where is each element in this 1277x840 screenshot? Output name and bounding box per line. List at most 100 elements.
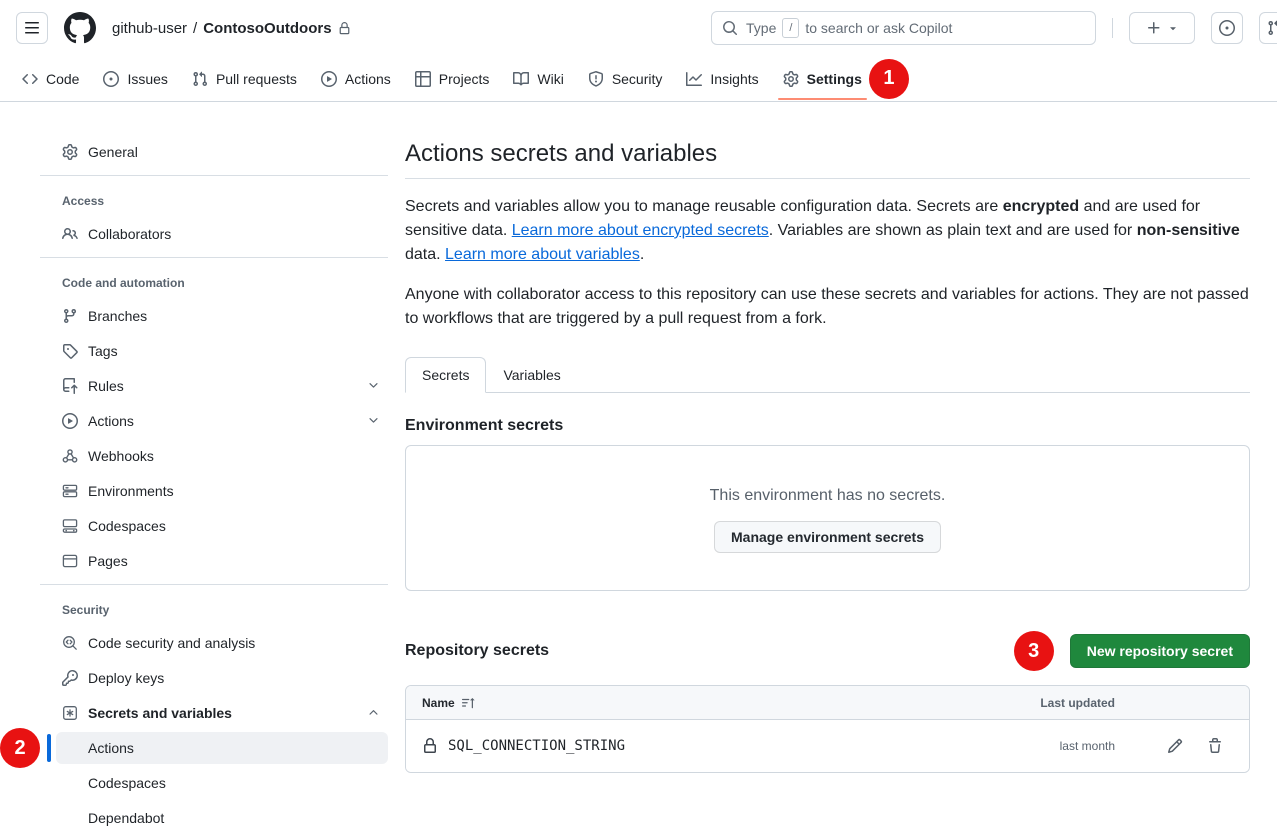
repository-secrets-header-row: Repository secrets 3 New repository secr… (405, 631, 1250, 671)
tab-code[interactable]: Code (13, 64, 88, 94)
tab-insights[interactable]: Insights (677, 64, 767, 94)
book-icon (513, 71, 529, 87)
tab-actions[interactable]: Actions (312, 64, 400, 94)
tab-issues[interactable]: Issues (94, 64, 176, 94)
pull-requests-dashboard-button[interactable] (1259, 12, 1277, 44)
issue-opened-icon (103, 71, 119, 87)
people-icon (62, 226, 78, 242)
header-divider (1112, 18, 1113, 38)
link-encrypted-secrets[interactable]: Learn more about encrypted secrets (512, 222, 769, 239)
repo-tab-nav: Code Issues Pull requests Actions Projec… (0, 56, 1277, 102)
collaborator-paragraph: Anyone with collaborator access to this … (405, 283, 1250, 331)
page-title: Actions secrets and variables (405, 140, 1250, 179)
search-placeholder: Type / to search or ask Copilot (746, 18, 952, 38)
search-input[interactable]: Type / to search or ask Copilot (711, 11, 1096, 45)
hamburger-icon (24, 20, 40, 36)
settings-main: Actions secrets and variables Secrets an… (405, 140, 1250, 773)
repository-secrets-heading: Repository secrets (405, 642, 549, 660)
chevron-up-icon (367, 706, 380, 719)
codescan-icon (62, 635, 78, 651)
slash-keycap: / (782, 18, 799, 38)
sidebar-item-webhooks[interactable]: Webhooks (40, 440, 388, 471)
annotation-step-2: 2 (0, 728, 40, 768)
sidebar-item-branches[interactable]: Branches (40, 300, 388, 331)
private-repo-lock-icon (338, 22, 351, 35)
sidebar-item-actions[interactable]: Actions (40, 405, 388, 436)
tab-security[interactable]: Security (579, 64, 672, 94)
edit-secret-button[interactable] (1167, 738, 1183, 754)
tab-projects[interactable]: Projects (406, 64, 499, 94)
sidebar-item-pages[interactable]: Pages (40, 545, 388, 576)
repo-owner-link[interactable]: github-user (112, 20, 187, 37)
gear-icon (783, 71, 799, 87)
environment-secrets-empty-box: This environment has no secrets. Manage … (405, 445, 1250, 591)
breadcrumb-separator: / (193, 20, 197, 37)
repository-secrets-table: Name Last updated SQL_CONNECTION_STRING … (405, 685, 1250, 773)
sidebar-item-general[interactable]: General (40, 136, 388, 167)
sidebar-subitem-codespaces[interactable]: Codespaces (56, 767, 388, 799)
intro-paragraph: Secrets and variables allow you to manag… (405, 195, 1250, 267)
secret-name: SQL_CONNECTION_STRING (448, 738, 625, 754)
chevron-down-icon (367, 379, 380, 392)
delete-secret-button[interactable] (1207, 738, 1223, 754)
sidebar-item-tags[interactable]: Tags (40, 335, 388, 366)
table-row: SQL_CONNECTION_STRING last month (406, 720, 1249, 772)
gear-icon (62, 144, 78, 160)
rules-icon (62, 378, 78, 394)
table-icon (415, 71, 431, 87)
column-name-header[interactable]: Name (422, 696, 455, 710)
sidebar-item-codespaces[interactable]: Codespaces (40, 510, 388, 541)
new-repository-secret-button[interactable]: New repository secret (1070, 634, 1250, 668)
link-variables[interactable]: Learn more about variables (445, 246, 640, 263)
tab-secrets[interactable]: Secrets (405, 357, 486, 393)
global-menu-button[interactable] (16, 12, 48, 44)
issue-opened-icon (1219, 20, 1235, 36)
tab-wiki[interactable]: Wiki (504, 64, 572, 94)
breadcrumb: github-user / ContosoOutdoors (112, 20, 351, 37)
empty-state-message: This environment has no secrets. (406, 487, 1249, 505)
server-icon (62, 483, 78, 499)
browser-icon (62, 553, 78, 569)
search-icon (722, 20, 738, 36)
non-sensitive-emphasis: non-sensitive (1137, 222, 1240, 239)
sidebar-item-code-security[interactable]: Code security and analysis (40, 627, 388, 658)
sidebar-divider (40, 584, 388, 585)
settings-layout: General Access Collaborators Code and au… (0, 102, 1277, 837)
sidebar-section-code-and-automation: Code and automation (40, 266, 388, 298)
manage-environment-secrets-button[interactable]: Manage environment secrets (714, 521, 941, 553)
key-icon (62, 670, 78, 686)
sidebar-section-security: Security (40, 593, 388, 625)
tab-pull-requests[interactable]: Pull requests (183, 64, 306, 94)
settings-sidebar: General Access Collaborators Code and au… (40, 136, 388, 837)
sidebar-item-rules[interactable]: Rules (40, 370, 388, 401)
asterisk-box-icon (62, 705, 78, 721)
caret-down-icon (1167, 22, 1179, 34)
sidebar-subitem-actions[interactable]: 2 Actions (56, 732, 388, 764)
column-last-updated-header: Last updated (1019, 696, 1115, 710)
sidebar-item-collaborators[interactable]: Collaborators (40, 218, 388, 249)
tab-variables[interactable]: Variables (486, 357, 577, 393)
sidebar-item-environments[interactable]: Environments (40, 475, 388, 506)
code-icon (22, 71, 38, 87)
issues-dashboard-button[interactable] (1211, 12, 1243, 44)
sidebar-item-deploy-keys[interactable]: Deploy keys (40, 662, 388, 693)
tab-settings[interactable]: Settings 1 (774, 64, 871, 94)
play-icon (62, 413, 78, 429)
secret-last-updated: last month (1019, 739, 1115, 753)
sidebar-subitem-dependabot[interactable]: Dependabot (56, 802, 388, 834)
pencil-icon (1167, 738, 1183, 754)
sidebar-divider (40, 257, 388, 258)
sort-ascending-icon[interactable] (462, 696, 475, 709)
annotation-step-1: 1 (869, 59, 909, 99)
graph-icon (686, 71, 702, 87)
play-icon (321, 71, 337, 87)
sidebar-item-secrets-and-variables[interactable]: Secrets and variables (40, 697, 388, 728)
chevron-down-icon (367, 414, 380, 427)
secrets-variables-tabnav: Secrets Variables (405, 357, 1250, 393)
trash-icon (1207, 738, 1223, 754)
webhook-icon (62, 448, 78, 464)
repo-name-link[interactable]: ContosoOutdoors (203, 20, 331, 37)
git-pull-request-icon (192, 71, 208, 87)
create-new-button[interactable] (1129, 12, 1195, 44)
github-logo-icon[interactable] (64, 12, 96, 44)
